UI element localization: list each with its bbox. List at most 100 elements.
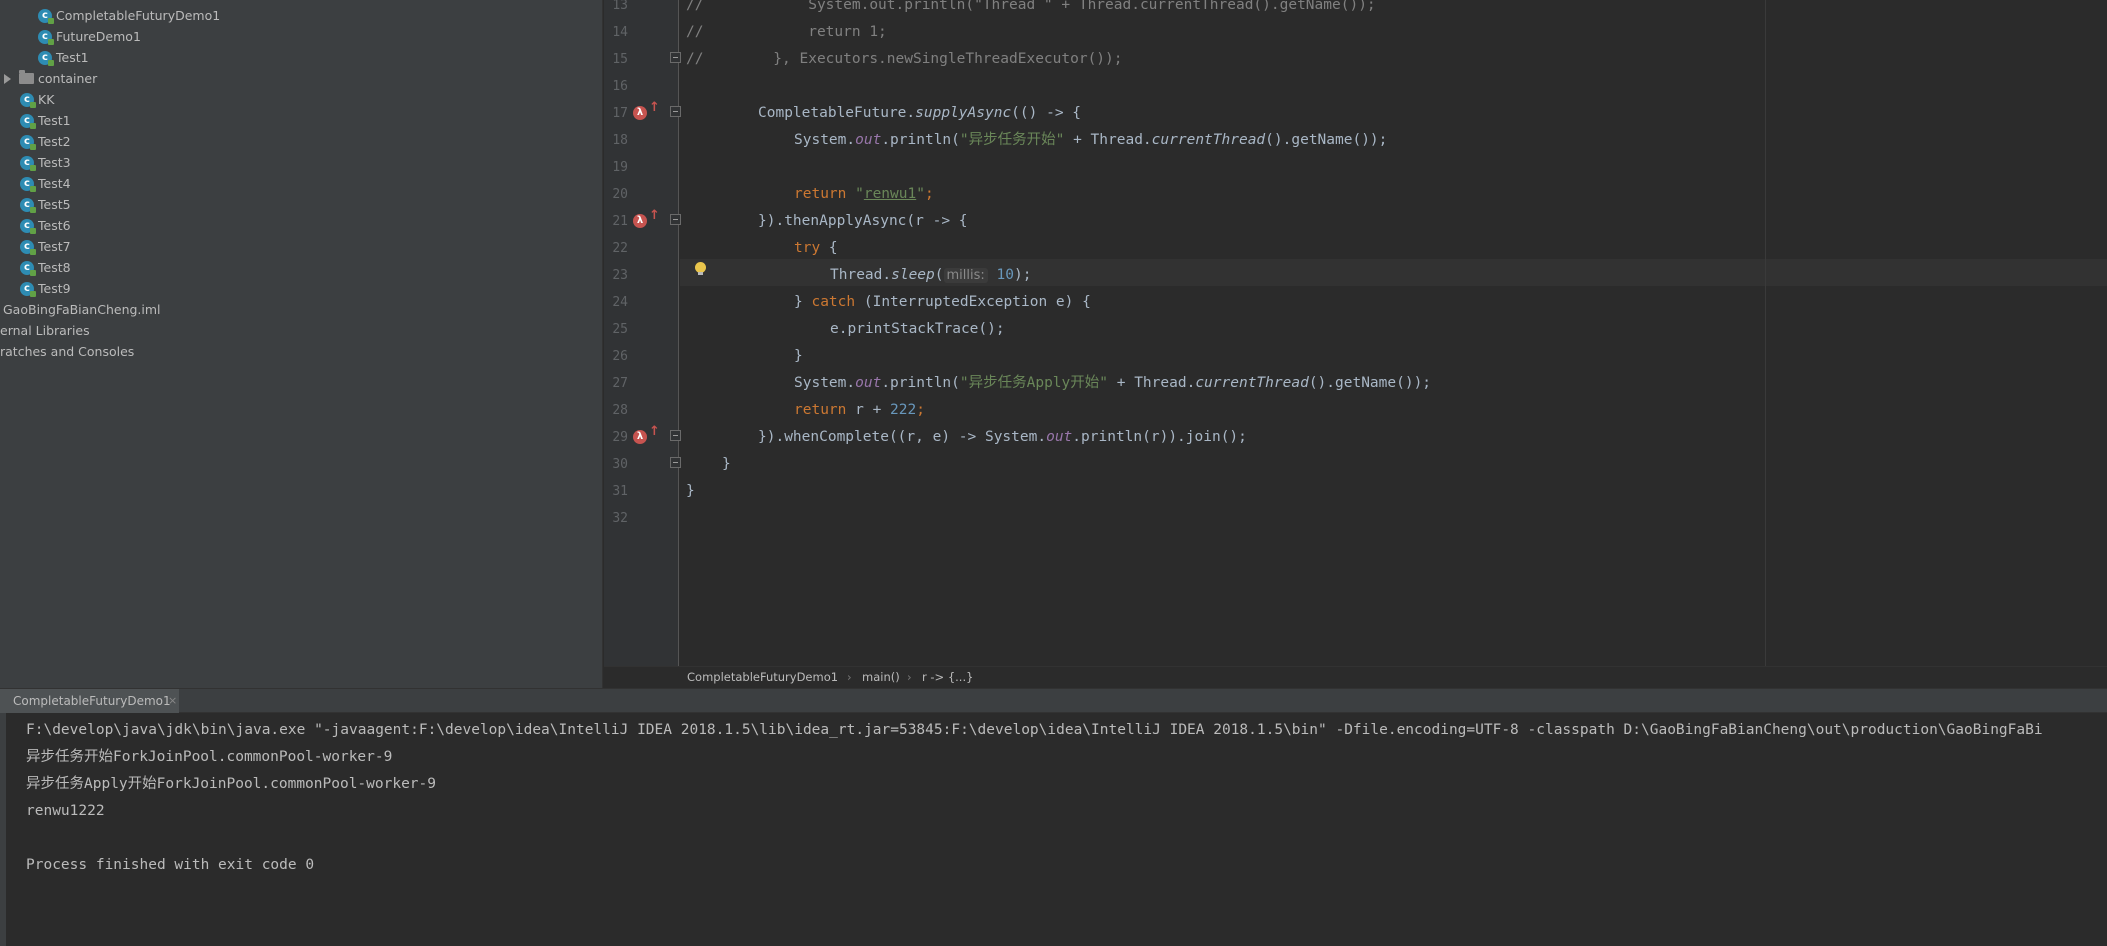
code-token: catch <box>811 294 856 310</box>
tree-item-label: Test7 <box>38 239 71 254</box>
console-line: 异步任务开始ForkJoinPool.commonPool-worker-9 <box>26 749 393 765</box>
line-number: 31 <box>612 484 628 499</box>
lambda-icon[interactable]: λ <box>633 430 647 444</box>
tree-item-test9[interactable]: c Test9 <box>20 278 71 299</box>
tree-item-test8[interactable]: c Test8 <box>20 257 71 278</box>
tree-item-label: container <box>38 71 98 86</box>
line-number: 22 <box>612 241 628 256</box>
code-token: "异步任务开始" <box>959 132 1065 148</box>
code-token: 222 <box>890 402 917 418</box>
tree-item-test6[interactable]: c Test6 <box>20 215 71 236</box>
class-icon: c <box>20 113 36 129</box>
tree-item-test3[interactable]: c Test3 <box>20 152 71 173</box>
code-line-15: // }, Executors.newSingleThreadExecutor(… <box>686 51 1123 67</box>
code-line-25: e.printStackTrace(); <box>830 316 1005 343</box>
tree-item-kk[interactable]: c KK <box>20 89 54 110</box>
fold-marker-icon[interactable] <box>670 457 681 468</box>
console-line: F:\develop\java\jdk\bin\java.exe "-javaa… <box>26 722 2043 738</box>
code-editor[interactable]: 13 14 15 16 17 18 19 20 21 22 23 24 25 2… <box>604 0 2107 666</box>
fold-marker-icon[interactable] <box>670 214 681 225</box>
tree-item-label: Test9 <box>38 281 71 296</box>
code-token: { <box>820 240 838 256</box>
code-token: } <box>722 456 731 472</box>
code-line-27: System.out.println("异步任务Apply开始" + Threa… <box>794 370 1431 397</box>
tree-item-label: Test1 <box>56 50 89 65</box>
tree-item-label: ratches and Consoles <box>0 344 135 359</box>
line-number: 16 <box>612 79 628 94</box>
code-token: " <box>916 186 925 202</box>
tab-label: CompletableFuturyDemo1 <box>13 694 171 708</box>
line-number: 28 <box>612 403 628 418</box>
code-token: " <box>855 186 864 202</box>
class-icon: c <box>20 281 36 297</box>
code-token: }).thenApplyAsync(r -> { <box>758 213 968 229</box>
console-line: Process finished with exit code 0 <box>26 857 315 873</box>
arrow-up-icon: ↑ <box>649 100 660 115</box>
breadcrumb-item-lambda[interactable]: r -> {...} <box>922 667 973 687</box>
line-number: 14 <box>612 25 628 40</box>
tree-item-label: GaoBingFaBianCheng.iml <box>3 302 161 317</box>
fold-marker-icon[interactable] <box>670 106 681 117</box>
code-token: ; <box>916 402 925 418</box>
code-token: ; <box>924 186 934 202</box>
fold-marker-icon[interactable] <box>670 52 681 63</box>
code-line-30: } <box>722 451 731 478</box>
tree-item-test5[interactable]: c Test5 <box>20 194 71 215</box>
tree-item-test1[interactable]: c Test1 <box>20 110 71 131</box>
breadcrumb-item-class[interactable]: CompletableFuturyDemo1 <box>687 667 838 687</box>
tree-item-label: FutureDemo1 <box>56 29 141 44</box>
tree-item-test7[interactable]: c Test7 <box>20 236 71 257</box>
code-line-14: // return 1; <box>686 24 887 40</box>
chevron-right-icon: › <box>907 670 912 684</box>
class-icon: c <box>20 134 36 150</box>
tree-item-completablefuturydemo1[interactable]: c CompletableFuturyDemo1 <box>38 5 220 26</box>
code-token: supplyAsync <box>915 105 1012 121</box>
class-icon: c <box>20 197 36 213</box>
lambda-icon[interactable]: λ <box>633 214 647 228</box>
tree-item-test2[interactable]: c Test2 <box>20 131 71 152</box>
run-console[interactable]: F:\develop\java\jdk\bin\java.exe "-javaa… <box>0 713 2107 946</box>
code-token: "异步任务Apply开始" <box>959 375 1108 391</box>
class-icon: c <box>38 8 54 24</box>
line-number: 23 <box>612 268 628 283</box>
project-tree: c CompletableFuturyDemo1 c FutureDemo1 c… <box>0 0 603 688</box>
code-token: try <box>794 240 821 256</box>
fold-marker-icon[interactable] <box>670 430 681 441</box>
line-number: 25 <box>612 322 628 337</box>
code-line-20: return "renwu1"; <box>794 181 934 208</box>
code-token: currentThread <box>1195 375 1309 391</box>
code-token: } <box>794 348 803 364</box>
tab-run-configuration[interactable]: CompletableFuturyDemo1 <box>0 689 179 713</box>
tree-item-iml-file[interactable]: GaoBingFaBianCheng.iml <box>0 299 161 320</box>
tree-item-test1[interactable]: c Test1 <box>38 47 89 68</box>
code-line-23: Thread.sleep(millis: 10); <box>830 262 1031 289</box>
tree-item-futuredemo1[interactable]: c FutureDemo1 <box>38 26 141 47</box>
class-icon: c <box>20 260 36 276</box>
code-token: .println( <box>881 375 960 391</box>
code-line-17: CompletableFuture.supplyAsync(() -> { <box>758 100 1081 127</box>
editor-gutter[interactable]: 13 14 15 16 17 18 19 20 21 22 23 24 25 2… <box>604 0 681 666</box>
code-token: + Thread. <box>1108 375 1196 391</box>
tree-item-test4[interactable]: c Test4 <box>20 173 71 194</box>
class-icon: c <box>20 239 36 255</box>
parameter-hint: millis: <box>943 268 988 283</box>
tree-item-container[interactable]: container <box>4 68 97 89</box>
breadcrumb-item-method[interactable]: main() <box>862 667 900 687</box>
close-icon[interactable]: × <box>168 689 177 713</box>
code-token: ().getName()); <box>1265 132 1388 148</box>
tree-item-external-libraries[interactable]: ernal Libraries <box>0 320 90 341</box>
tree-item-scratches[interactable]: ratches and Consoles <box>0 341 134 362</box>
code-token: } <box>794 294 812 310</box>
code-token: out <box>855 375 882 391</box>
folder-icon <box>19 70 34 84</box>
line-number: 24 <box>612 295 628 310</box>
lambda-icon[interactable]: λ <box>633 106 647 120</box>
lightbulb-icon[interactable] <box>695 262 706 275</box>
code-token: out <box>1046 429 1073 445</box>
run-tab-bar: CompletableFuturyDemo1 × <box>0 688 2107 713</box>
console-line: renwu1222 <box>26 803 105 819</box>
line-number: 32 <box>612 511 628 526</box>
line-number: 26 <box>612 349 628 364</box>
line-number: 15 <box>612 52 628 67</box>
expand-arrow-icon[interactable] <box>4 73 11 84</box>
